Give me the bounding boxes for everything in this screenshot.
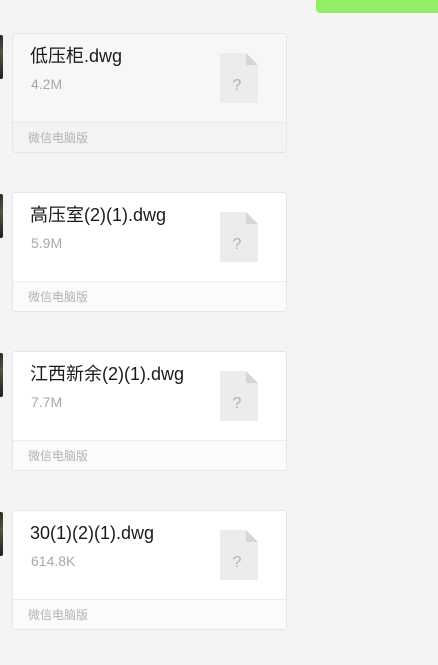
source-label: 微信电脑版	[28, 290, 89, 304]
source-label: 微信电脑版	[28, 608, 89, 622]
file-name: 低压柜.dwg	[30, 46, 123, 66]
file-card[interactable]: 30(1)(2)(1).dwg 614.8K ? 微信电脑版	[12, 510, 287, 630]
source-label: 微信电脑版	[28, 131, 89, 145]
file-size: 7.7M	[31, 394, 63, 410]
file-message: 低压柜.dwg 4.2M ? 微信电脑版	[0, 33, 300, 153]
source-label: 微信电脑版	[28, 449, 89, 463]
unknown-file-icon: ?	[220, 212, 258, 262]
file-card[interactable]: 江西新余(2)(1).dwg 7.7M ? 微信电脑版	[12, 351, 287, 471]
unknown-file-icon: ?	[220, 530, 258, 580]
file-icon-glyph: ?	[233, 77, 242, 94]
file-message: 30(1)(2)(1).dwg 614.8K ? 微信电脑版	[0, 510, 300, 630]
file-name: 30(1)(2)(1).dwg	[30, 523, 155, 543]
card-footer: 微信电脑版	[13, 599, 286, 629]
file-card[interactable]: 高压室(2)(1).dwg 5.9M ? 微信电脑版	[12, 192, 287, 312]
avatar[interactable]	[0, 512, 3, 556]
file-icon-glyph: ?	[233, 236, 242, 253]
avatar[interactable]	[0, 35, 3, 79]
file-icon-glyph: ?	[233, 395, 242, 412]
card-footer: 微信电脑版	[13, 281, 286, 311]
unknown-file-icon: ?	[220, 371, 258, 421]
file-name: 江西新余(2)(1).dwg	[30, 364, 185, 384]
file-card[interactable]: 低压柜.dwg 4.2M ? 微信电脑版	[12, 33, 287, 153]
file-message: 江西新余(2)(1).dwg 7.7M ? 微信电脑版	[0, 351, 300, 471]
card-footer: 微信电脑版	[13, 440, 286, 470]
avatar[interactable]	[0, 353, 3, 397]
file-size: 4.2M	[31, 76, 63, 92]
file-size: 5.9M	[31, 235, 63, 251]
unknown-file-icon: ?	[220, 53, 258, 103]
sent-message-bubble[interactable]	[316, 0, 438, 13]
file-name: 高压室(2)(1).dwg	[30, 205, 167, 225]
file-message: 高压室(2)(1).dwg 5.9M ? 微信电脑版	[0, 192, 300, 312]
card-footer: 微信电脑版	[13, 122, 286, 152]
avatar[interactable]	[0, 194, 3, 238]
file-size: 614.8K	[31, 553, 76, 569]
file-icon-glyph: ?	[233, 554, 242, 571]
